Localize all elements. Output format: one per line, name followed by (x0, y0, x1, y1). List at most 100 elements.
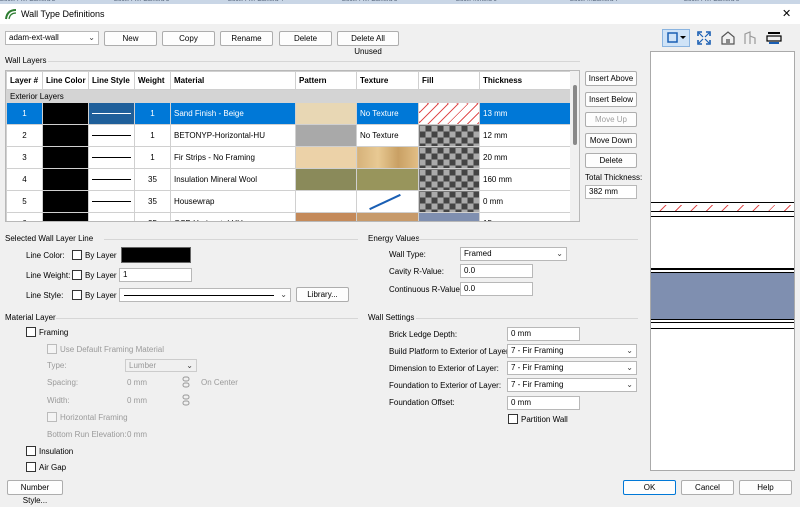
layer-texture[interactable]: No Texture (356, 102, 419, 125)
layer-material[interactable]: Fir Strips - No Framing (170, 146, 296, 169)
layer-material[interactable]: Housewrap (170, 190, 296, 213)
fill-swatch[interactable] (418, 102, 480, 125)
texture-swatch[interactable] (356, 212, 419, 221)
line-style-sample[interactable] (88, 124, 135, 147)
line-color-swatch[interactable] (42, 168, 89, 191)
background-tab[interactable]: Book: ...Camera 7 (570, 0, 684, 3)
table-row[interactable]: 2 1 BETONYP-Horizontal-HU No Texture 12 … (6, 124, 572, 147)
line-weight-input[interactable]: 1 (119, 268, 192, 282)
line-color-swatch[interactable] (42, 190, 89, 213)
table-row[interactable]: 5 35 Housewrap 0 mm (6, 190, 572, 213)
line-color-swatch[interactable] (42, 124, 89, 147)
fill-swatch[interactable] (418, 212, 480, 221)
continuous-r-value-input[interactable]: 0.0 (460, 282, 533, 296)
pattern-swatch[interactable] (295, 190, 357, 213)
line-color-swatch[interactable] (42, 102, 89, 125)
line-color-swatch[interactable] (42, 212, 89, 221)
framing-checkbox[interactable] (26, 327, 36, 337)
layer-thickness[interactable]: 15 mm (479, 212, 572, 221)
fill-swatch[interactable] (418, 124, 480, 147)
table-row[interactable]: 6 35 OSB Horizontal HU 15 mm (6, 212, 572, 221)
background-tab[interactable]: Book: Fr... Camera 4 (228, 0, 342, 3)
width-value[interactable]: 0 mm (127, 396, 147, 405)
new-button[interactable]: New (104, 31, 157, 46)
number-style-button[interactable]: Number Style... (7, 480, 63, 505)
table-scrollbar[interactable] (570, 71, 579, 221)
delete-wall-type-button[interactable]: Delete (279, 31, 332, 46)
column-header[interactable]: Material (170, 71, 296, 90)
line-style-sample[interactable] (88, 190, 135, 213)
line-color-by-layer-checkbox[interactable] (72, 250, 82, 260)
background-tab[interactable]: Book: Fr... Camera 2 (0, 0, 114, 3)
energy-wall-type-dropdown[interactable]: Framed ⌄ (460, 247, 567, 261)
pattern-swatch[interactable] (295, 124, 357, 147)
print-preview-icon[interactable] (765, 30, 783, 46)
layer-material[interactable]: BETONYP-Horizontal-HU (170, 124, 296, 147)
insert-above-button[interactable]: Insert Above (585, 71, 637, 86)
rename-button[interactable]: Rename (220, 31, 273, 46)
column-header[interactable]: Weight (134, 71, 171, 90)
background-tab[interactable]: Book: ...mera 6 (456, 0, 570, 3)
fill-swatch[interactable] (418, 190, 480, 213)
use-default-framing-checkbox[interactable] (47, 344, 57, 354)
partition-wall-checkbox[interactable] (508, 414, 518, 424)
elevation-view-icon[interactable] (742, 30, 758, 46)
background-tab[interactable]: Book: Fr... Camera 8 (684, 0, 798, 3)
build-platform-dropdown[interactable]: 7 - Fir Framing ⌄ (507, 344, 637, 358)
delete-all-unused-button[interactable]: Delete All Unused (337, 31, 399, 56)
bottom-run-elevation-value[interactable]: 0 mm (127, 430, 147, 439)
fill-swatch[interactable] (418, 146, 480, 169)
brick-ledge-input[interactable]: 0 mm (507, 327, 580, 341)
table-row[interactable]: 3 1 Fir Strips - No Framing 20 mm (6, 146, 572, 169)
wall-type-dropdown[interactable]: adam-ext-wall ⌄ (5, 31, 99, 45)
line-color-swatch-button[interactable] (121, 247, 191, 263)
column-header[interactable]: Line Style (88, 71, 135, 90)
layer-material[interactable]: OSB Horizontal HU (170, 212, 296, 221)
close-icon[interactable]: ✕ (782, 7, 791, 20)
layer-thickness[interactable]: 13 mm (479, 102, 572, 125)
air-gap-checkbox[interactable] (26, 462, 36, 472)
line-style-dropdown[interactable]: ⌄ (119, 288, 291, 302)
pattern-swatch[interactable] (295, 146, 357, 169)
dimension-dropdown[interactable]: 7 - Fir Framing ⌄ (507, 361, 637, 375)
help-button[interactable]: Help (739, 480, 792, 495)
column-header[interactable]: Line Color (42, 71, 89, 90)
pattern-swatch[interactable] (295, 102, 357, 125)
background-tab[interactable]: Book: Fr... Camera 3 (114, 0, 228, 3)
line-style-by-layer-checkbox[interactable] (72, 290, 82, 300)
foundation-offset-input[interactable]: 0 mm (507, 396, 580, 410)
library-button[interactable]: Library... (296, 287, 349, 302)
copy-button[interactable]: Copy (162, 31, 215, 46)
texture-swatch[interactable] (356, 190, 419, 213)
column-header[interactable]: Layer # (6, 71, 43, 90)
line-weight-by-layer-checkbox[interactable] (72, 270, 82, 280)
layer-texture[interactable]: No Texture (356, 124, 419, 147)
layer-material[interactable]: Sand Finish - Beige (170, 102, 296, 125)
fill-window-icon[interactable] (696, 30, 712, 46)
line-color-swatch[interactable] (42, 146, 89, 169)
move-down-button[interactable]: Move Down (585, 133, 637, 148)
3d-view-icon[interactable] (720, 30, 736, 46)
display-options-icon[interactable] (662, 29, 690, 47)
delete-layer-button[interactable]: Delete (585, 153, 637, 168)
background-tab[interactable]: Book: Fr... Camera 5 (342, 0, 456, 3)
fill-swatch[interactable] (418, 168, 480, 191)
table-row[interactable]: 4 35 Insulation Mineral Wool 160 mm (6, 168, 572, 191)
column-header[interactable]: Fill (418, 71, 480, 90)
line-style-sample[interactable] (88, 102, 135, 125)
column-header[interactable]: Texture (356, 71, 419, 90)
table-row[interactable]: 1 1 Sand Finish - Beige No Texture 13 mm (6, 102, 572, 125)
layer-thickness[interactable]: 0 mm (479, 190, 572, 213)
insert-below-button[interactable]: Insert Below (585, 92, 637, 107)
layer-material[interactable]: Insulation Mineral Wool (170, 168, 296, 191)
ok-button[interactable]: OK (623, 480, 676, 495)
foundation-dropdown[interactable]: 7 - Fir Framing ⌄ (507, 378, 637, 392)
pattern-swatch[interactable] (295, 168, 357, 191)
insulation-checkbox[interactable] (26, 446, 36, 456)
horizontal-framing-checkbox[interactable] (47, 412, 57, 422)
layer-thickness[interactable]: 12 mm (479, 124, 572, 147)
layer-thickness[interactable]: 20 mm (479, 146, 572, 169)
line-style-sample[interactable] (88, 168, 135, 191)
texture-swatch[interactable] (356, 146, 419, 169)
cancel-button[interactable]: Cancel (681, 480, 734, 495)
